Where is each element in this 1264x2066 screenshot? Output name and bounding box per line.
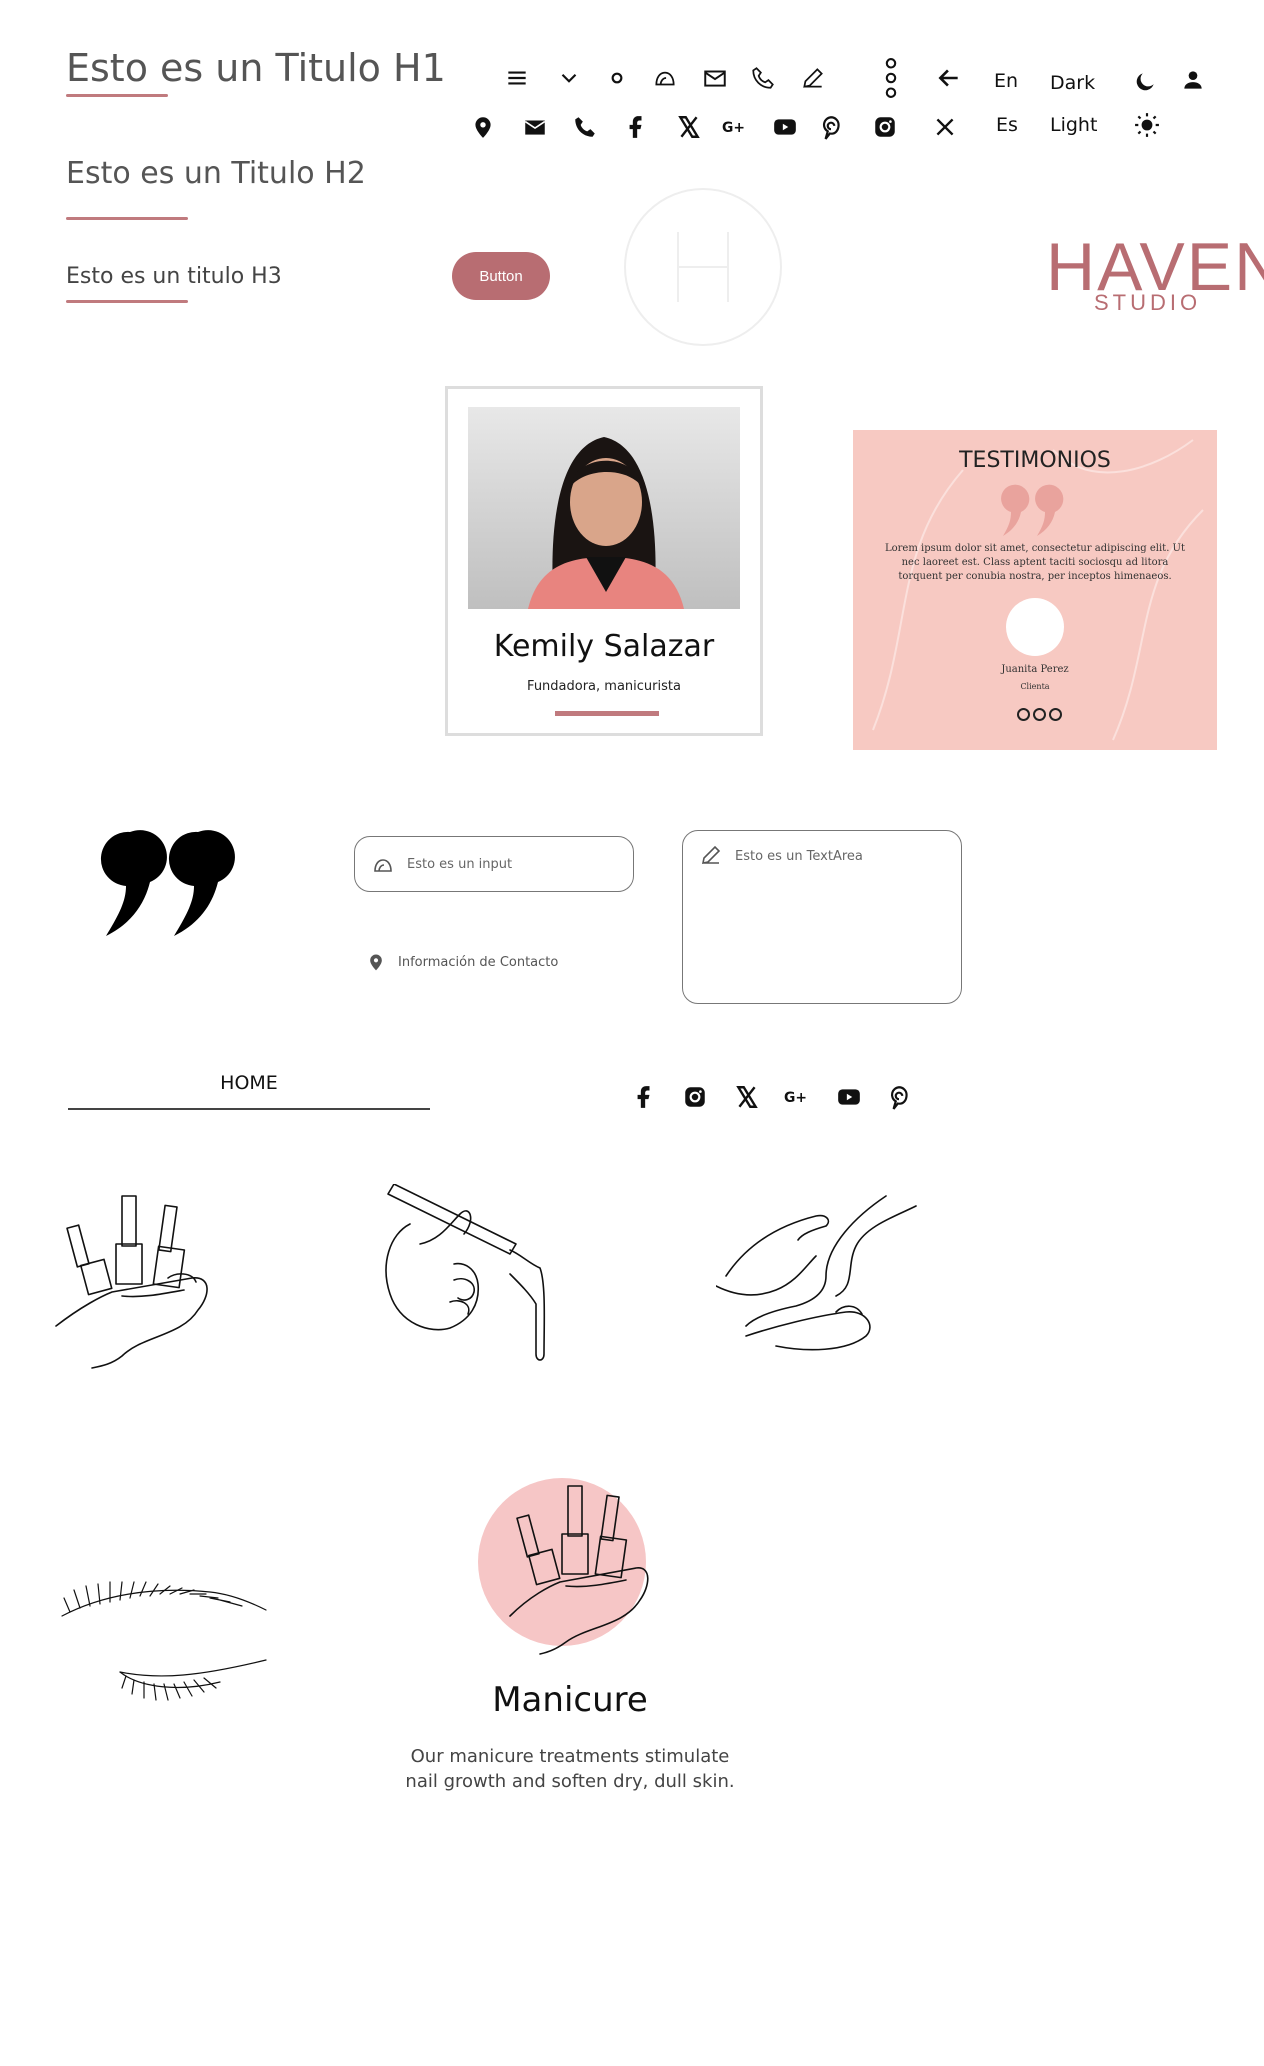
hand-care-illustration [716, 1195, 917, 1351]
testimonial-avatar [1006, 598, 1064, 656]
theme-dark[interactable]: Dark [1050, 72, 1095, 94]
nav-home[interactable]: HOME [68, 1072, 430, 1094]
lang-en[interactable]: En [994, 70, 1018, 92]
circle-icon[interactable] [602, 63, 632, 93]
eyebrow-eyelash-illustration [61, 1581, 267, 1701]
x-icon[interactable] [674, 112, 704, 142]
nav-home-underline [68, 1108, 430, 1110]
testimonial-author-role: Clienta [1020, 682, 1050, 691]
h1-underline [66, 94, 168, 97]
title-h3: Esto es un titulo H3 [66, 264, 282, 289]
menu-icon[interactable] [502, 63, 532, 93]
pencil-icon [701, 845, 721, 865]
pinterest-icon[interactable] [816, 112, 846, 142]
phone-outline-icon[interactable] [748, 63, 778, 93]
h3-underline [66, 300, 188, 303]
arrow-left-icon[interactable] [934, 63, 964, 93]
chevron-down-icon[interactable] [554, 63, 584, 93]
service-description-line2: nail growth and soften dry, dull skin. [405, 1771, 735, 1792]
brand-logo-sub: STUDIO [1094, 290, 1202, 315]
service-title: Manicure [492, 1680, 648, 1720]
mail-outline-icon[interactable] [700, 63, 730, 93]
svg-text:G+: G+ [722, 120, 745, 136]
primary-button[interactable]: Button [452, 252, 550, 300]
pinterest-icon[interactable] [884, 1082, 914, 1112]
theme-light[interactable]: Light [1050, 114, 1097, 136]
title-h2: Esto es un Titulo H2 [66, 156, 366, 191]
contact-info: Información de Contacto [366, 950, 558, 974]
profile-card-accent-bar [555, 711, 659, 716]
testimonial-quote-icon [1001, 484, 1064, 536]
testimonial-card: TESTIMONIOS Lorem ipsum dolor sit amet, … [853, 430, 1217, 750]
x-icon[interactable] [732, 1082, 762, 1112]
phone-icon[interactable] [570, 112, 600, 142]
manicure-service-icon [478, 1478, 649, 1655]
testimonial-text: Lorem ipsum dolor sit amet, consectetur … [884, 543, 1186, 582]
text-area[interactable]: Esto es un TextArea [682, 830, 962, 1004]
facebook-icon[interactable] [628, 1082, 658, 1112]
location-icon[interactable] [468, 112, 498, 142]
moon-icon[interactable] [1130, 67, 1160, 97]
profile-photo [468, 407, 740, 609]
facebook-icon[interactable] [620, 112, 650, 142]
mail-icon[interactable] [520, 112, 550, 142]
instagram-icon[interactable] [870, 112, 900, 142]
testimonial-author: Juanita Perez [1001, 664, 1069, 675]
testimonial-title: TESTIMONIOS [959, 448, 1111, 473]
google-plus-icon[interactable]: G+ [720, 112, 750, 142]
testimonial-leaf-pattern [872, 439, 1204, 741]
svg-text:G+: G+ [784, 1090, 807, 1106]
profile-role: Fundadora, manicurista [527, 679, 681, 694]
big-quote-icon [100, 830, 235, 936]
profile-card: Kemily Salazar Fundadora, manicurista [445, 386, 763, 736]
pencil-icon[interactable] [798, 63, 828, 93]
text-input[interactable]: Esto es un input [354, 836, 634, 892]
instagram-icon[interactable] [680, 1082, 710, 1112]
sun-icon[interactable] [1132, 110, 1162, 140]
faint-logo-mark [624, 188, 782, 346]
lang-es[interactable]: Es [996, 114, 1018, 136]
testimonial-pagination[interactable] [1017, 708, 1062, 721]
location-icon [370, 954, 382, 971]
nail-polish-hand-illustration [55, 1195, 208, 1369]
h2-underline [66, 217, 188, 220]
input-placeholder: Esto es un input [407, 856, 513, 872]
user-icon[interactable] [1178, 65, 1208, 95]
service-description-line1: Our manicure treatments stimulate [410, 1746, 730, 1767]
google-plus-icon[interactable]: G+ [782, 1082, 812, 1112]
profile-name: Kemily Salazar [493, 629, 715, 664]
page-title-h1: Esto es un Titulo H1 [66, 46, 446, 90]
youtube-icon[interactable] [834, 1082, 864, 1112]
more-vertical-icon[interactable] [876, 55, 906, 101]
helmet-icon[interactable] [650, 63, 680, 93]
textarea-placeholder: Esto es un TextArea [735, 849, 863, 864]
contact-label: Información de Contacto [398, 954, 559, 970]
youtube-icon[interactable] [770, 112, 800, 142]
close-icon[interactable] [930, 112, 960, 142]
helmet-icon [374, 859, 392, 872]
nail-file-hand-illustration [385, 1184, 546, 1361]
service-description: Our manicure treatments stimulate nail g… [380, 1744, 760, 1794]
